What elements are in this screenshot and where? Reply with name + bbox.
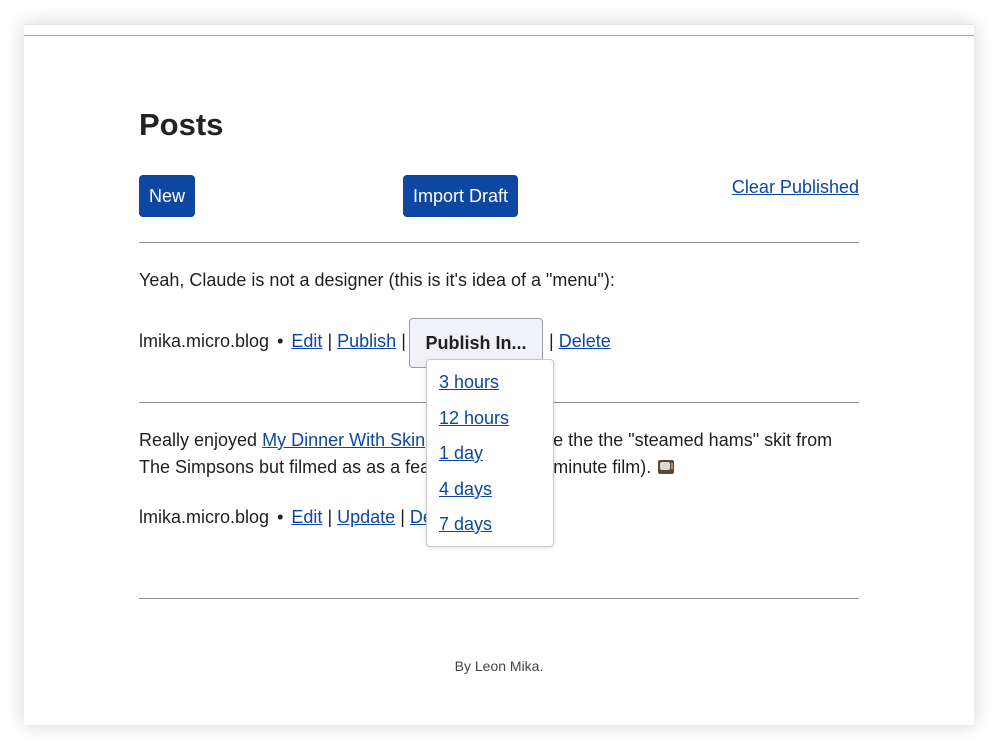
- publish-in-option-1-day[interactable]: 1 day: [439, 443, 483, 464]
- top-divider: [24, 35, 974, 36]
- publish-in-option-12-hours[interactable]: 12 hours: [439, 408, 509, 429]
- meta-dot: •: [277, 331, 284, 351]
- post-meta-tail: | Delete: [549, 331, 611, 352]
- post-site: lmika.micro.blog: [139, 507, 270, 527]
- browser-window: Posts New Import Draft Clear Published Y…: [24, 24, 974, 725]
- publish-in-option-3-hours[interactable]: 3 hours: [439, 372, 499, 393]
- import-draft-button[interactable]: Import Draft: [403, 175, 519, 217]
- separator: |: [327, 507, 333, 527]
- post-meta: lmika.micro.blog • Edit | Publish |: [139, 331, 406, 352]
- television-icon: [658, 460, 675, 474]
- divider: [139, 242, 859, 243]
- publish-in-option-7-days[interactable]: 7 days: [439, 514, 492, 535]
- post-site: lmika.micro.blog: [139, 331, 270, 351]
- post-text-start: Really enjoyed: [139, 430, 263, 450]
- page-title: Posts: [139, 107, 224, 142]
- post-link[interactable]: My Dinner With Skin: [262, 430, 425, 450]
- separator: |: [401, 331, 406, 351]
- edit-link[interactable]: Edit: [291, 331, 322, 351]
- edit-link[interactable]: Edit: [291, 507, 322, 527]
- footer-text: By Leon Mika.: [454, 658, 544, 674]
- publish-link[interactable]: Publish: [337, 331, 396, 351]
- publish-in-menu: 3 hours 12 hours 1 day 4 days 7 days: [426, 359, 554, 547]
- separator: |: [327, 331, 333, 351]
- separator: |: [549, 331, 554, 351]
- update-link[interactable]: Update: [337, 507, 395, 527]
- clear-published-link[interactable]: Clear Published: [732, 177, 859, 198]
- meta-dot: •: [277, 507, 284, 527]
- publish-in-option-4-days[interactable]: 4 days: [439, 479, 492, 500]
- delete-link[interactable]: Delete: [559, 331, 611, 351]
- divider: [139, 598, 859, 599]
- post-meta: lmika.micro.blog • Edit | Update | De: [139, 507, 433, 528]
- post-text: Yeah, Claude is not a designer (this is …: [139, 270, 615, 290]
- new-post-button[interactable]: New: [139, 175, 196, 217]
- separator: |: [400, 507, 405, 527]
